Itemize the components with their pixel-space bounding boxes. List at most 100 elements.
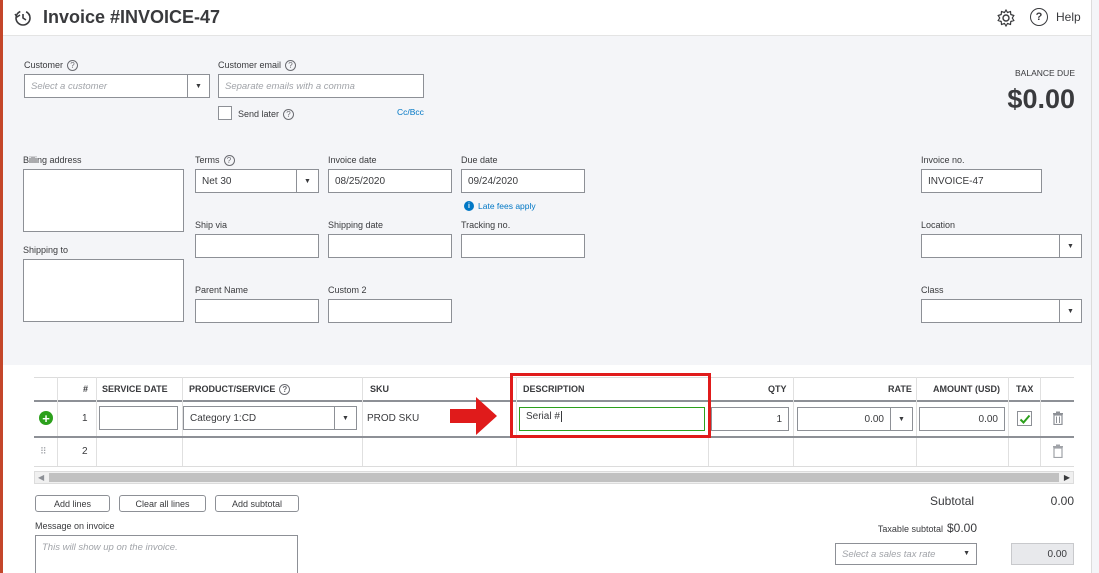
invoice-no-input[interactable]: INVOICE-47 — [921, 169, 1042, 193]
chevron-down-icon: ▼ — [187, 75, 209, 97]
custom2-label: Custom 2 — [328, 285, 367, 295]
subtotal-value: 0.00 — [1050, 494, 1074, 508]
send-later-checkbox[interactable] — [218, 106, 232, 120]
help-icon[interactable]: ? — [283, 109, 295, 121]
chevron-down-icon: ▼ — [296, 170, 318, 192]
subtotal-label: Subtotal — [930, 494, 975, 508]
col-header-product[interactable]: PRODUCT/SERVICE? — [189, 384, 291, 396]
row-number: 1 — [82, 413, 88, 424]
trash-icon[interactable] — [1052, 411, 1064, 426]
due-date-input[interactable]: 09/24/2020 — [461, 169, 585, 193]
scroll-left-icon[interactable]: ◀ — [38, 472, 44, 484]
add-lines-button[interactable]: Add lines — [35, 495, 110, 512]
checkmark-icon — [1019, 414, 1030, 424]
col-divider — [1040, 377, 1041, 467]
tax-amount-input[interactable]: 0.00 — [1011, 543, 1074, 565]
add-subtotal-button[interactable]: Add subtotal — [215, 495, 299, 512]
col-divider — [57, 377, 58, 467]
row-number: 2 — [82, 446, 88, 457]
recent-transactions-icon[interactable] — [13, 8, 33, 28]
info-icon: i — [464, 201, 474, 211]
help-icon[interactable]: ? — [279, 384, 291, 396]
add-row-icon[interactable]: + — [39, 411, 53, 425]
clear-all-lines-button[interactable]: Clear all lines — [119, 495, 206, 512]
ship-via-input[interactable] — [195, 234, 319, 258]
service-date-input[interactable] — [99, 406, 178, 430]
help-icon[interactable]: ? — [67, 60, 79, 72]
scroll-right-icon[interactable]: ▶ — [1064, 472, 1070, 484]
shipping-to-label: Shipping to — [23, 245, 69, 255]
terms-select[interactable]: Net 30 ▼ — [195, 169, 319, 193]
customer-select[interactable]: Select a customer ▼ — [24, 74, 210, 98]
col-header-service-date[interactable]: SERVICE DATE — [102, 384, 168, 394]
chevron-down-icon: ▼ — [890, 408, 912, 430]
col-divider — [96, 377, 97, 467]
col-divider — [1008, 377, 1009, 467]
qty-input[interactable]: 1 — [711, 407, 789, 431]
location-select[interactable]: ▼ — [921, 234, 1082, 258]
late-fees-link[interactable]: i Late fees apply — [464, 201, 536, 211]
row-divider — [34, 466, 1074, 467]
class-label: Class — [921, 285, 944, 295]
balance-due-amount: $0.00 — [1007, 84, 1075, 114]
message-input[interactable]: This will show up on the invoice. — [35, 535, 298, 573]
sales-tax-rate-select[interactable]: Select a sales tax rate ▼ — [835, 543, 977, 565]
trash-icon[interactable] — [1052, 444, 1064, 459]
terms-label: Terms? — [195, 155, 235, 167]
help-icon[interactable]: ? — [285, 60, 297, 72]
invoice-date-input[interactable]: 08/25/2020 — [328, 169, 452, 193]
rate-input[interactable]: 0.00 ▼ — [797, 407, 913, 431]
chevron-down-icon: ▼ — [1059, 300, 1081, 322]
taxable-subtotal: Taxable subtotal $0.00 — [877, 521, 977, 535]
tax-checkbox[interactable] — [1017, 411, 1032, 426]
col-header-rate[interactable]: RATE — [888, 384, 912, 394]
class-select[interactable]: ▼ — [921, 299, 1082, 323]
col-header-sku[interactable]: SKU — [370, 384, 389, 394]
amount-input[interactable]: 0.00 — [919, 407, 1005, 431]
scroll-thumb[interactable] — [49, 473, 1059, 482]
chevron-down-icon: ▼ — [1059, 235, 1081, 257]
invoice-no-label: Invoice no. — [921, 155, 965, 165]
col-header-qty[interactable]: QTY — [768, 384, 787, 394]
parent-name-label: Parent Name — [195, 285, 249, 295]
ship-via-label: Ship via — [195, 220, 228, 230]
col-divider — [793, 377, 794, 467]
help-button[interactable]: ? Help — [1030, 8, 1081, 26]
col-header-tax[interactable]: TAX — [1016, 384, 1033, 394]
shipping-date-label: Shipping date — [328, 220, 384, 230]
red-arrow-icon — [450, 397, 498, 435]
location-label: Location — [921, 220, 956, 230]
customer-email-input[interactable]: Separate emails with a comma — [218, 74, 424, 98]
invoice-date-label: Invoice date — [328, 155, 377, 165]
send-later-label: Send later? — [238, 109, 295, 121]
col-divider — [916, 377, 917, 467]
customer-email-label: Customer email? — [218, 60, 297, 72]
help-icon: ? — [1030, 8, 1048, 26]
due-date-label: Due date — [461, 155, 498, 165]
message-label: Message on invoice — [35, 521, 115, 531]
chevron-down-icon: ▼ — [963, 550, 970, 557]
tracking-no-input[interactable] — [461, 234, 585, 258]
billing-address-label: Billing address — [23, 155, 82, 165]
parent-name-input[interactable] — [195, 299, 319, 323]
horizontal-scrollbar[interactable]: ◀ ▶ — [34, 471, 1074, 484]
help-icon[interactable]: ? — [223, 155, 235, 167]
invoice-header: Invoice #INVOICE-47 ? Help — [3, 0, 1091, 36]
chevron-down-icon: ▼ — [334, 407, 356, 429]
gear-icon[interactable] — [996, 8, 1016, 28]
help-label: Help — [1056, 10, 1081, 24]
tracking-no-label: Tracking no. — [461, 220, 511, 230]
sku-value: PROD SKU — [367, 413, 420, 424]
product-select[interactable]: Category 1:CD ▼ — [183, 406, 357, 430]
cc-bcc-link[interactable]: Cc/Bcc — [397, 107, 424, 117]
customer-label: Customer? — [24, 60, 79, 72]
shipping-to-input[interactable] — [23, 259, 184, 322]
billing-address-input[interactable] — [23, 169, 184, 232]
shipping-date-input[interactable] — [328, 234, 452, 258]
col-header-num: # — [83, 384, 89, 394]
col-header-amount[interactable]: AMOUNT (USD) — [933, 384, 1000, 394]
col-divider — [362, 377, 363, 467]
right-scroll-strip — [1091, 0, 1099, 573]
drag-handle-icon[interactable]: ⠿ — [40, 446, 47, 457]
custom2-input[interactable] — [328, 299, 452, 323]
